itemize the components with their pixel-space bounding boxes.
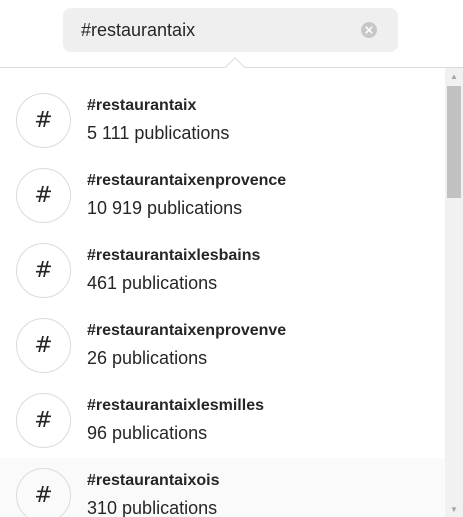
scroll-down-icon[interactable]: ▼ xyxy=(445,501,463,517)
hashtag-name: #restaurantaixlesmilles xyxy=(87,397,264,414)
hashtag-icon: # xyxy=(16,468,71,517)
clear-icon[interactable] xyxy=(361,22,377,38)
hashtag-name: #restaurantaixlesbains xyxy=(87,247,261,264)
results-list: # #restaurantaix 5 111 publications # #r… xyxy=(0,83,445,517)
hashtag-name: #restaurantaixenprovenve xyxy=(87,322,287,339)
hashtag-post-count: 10 919 publications xyxy=(87,198,243,218)
result-row[interactable]: # #restaurantaixenprovence 10 919 public… xyxy=(0,158,445,233)
hashtag-post-count: 96 publications xyxy=(87,423,208,443)
scroll-thumb[interactable] xyxy=(447,86,461,198)
hashtag-post-count: 461 publications xyxy=(87,273,218,293)
hashtag-post-count: 5 111 publications xyxy=(87,123,230,143)
result-row[interactable]: # #restaurantaixlesbains 461 publication… xyxy=(0,233,445,308)
result-row[interactable]: # #restaurantaixenprovenve 26 publicatio… xyxy=(0,308,445,383)
hashtag-name: #restaurantaixois xyxy=(87,472,220,489)
search-results-dropdown: # #restaurantaix 5 111 publications # #r… xyxy=(0,67,463,517)
hashtag-name: #restaurantaixenprovence xyxy=(87,172,287,189)
hashtag-icon: # xyxy=(16,393,71,448)
hashtag-name: #restaurantaix xyxy=(87,97,197,114)
search-bar xyxy=(0,0,463,68)
hashtag-icon: # xyxy=(16,93,71,148)
hashtag-icon: # xyxy=(16,168,71,223)
hashtag-post-count: 26 publications xyxy=(87,348,208,368)
scroll-up-icon[interactable]: ▲ xyxy=(445,68,463,85)
hashtag-icon: # xyxy=(16,243,71,298)
scrollbar[interactable]: ▲ ▼ xyxy=(445,68,463,517)
hashtag-post-count: 310 publications xyxy=(87,498,218,517)
result-row[interactable]: # #restaurantaix 5 111 publications xyxy=(0,83,445,158)
search-input[interactable] xyxy=(81,8,351,52)
result-row[interactable]: # #restaurantaixois 310 publications xyxy=(0,458,445,517)
result-row[interactable]: # #restaurantaixlesmilles 96 publication… xyxy=(0,383,445,458)
hashtag-icon: # xyxy=(16,318,71,373)
search-box[interactable] xyxy=(63,8,398,52)
